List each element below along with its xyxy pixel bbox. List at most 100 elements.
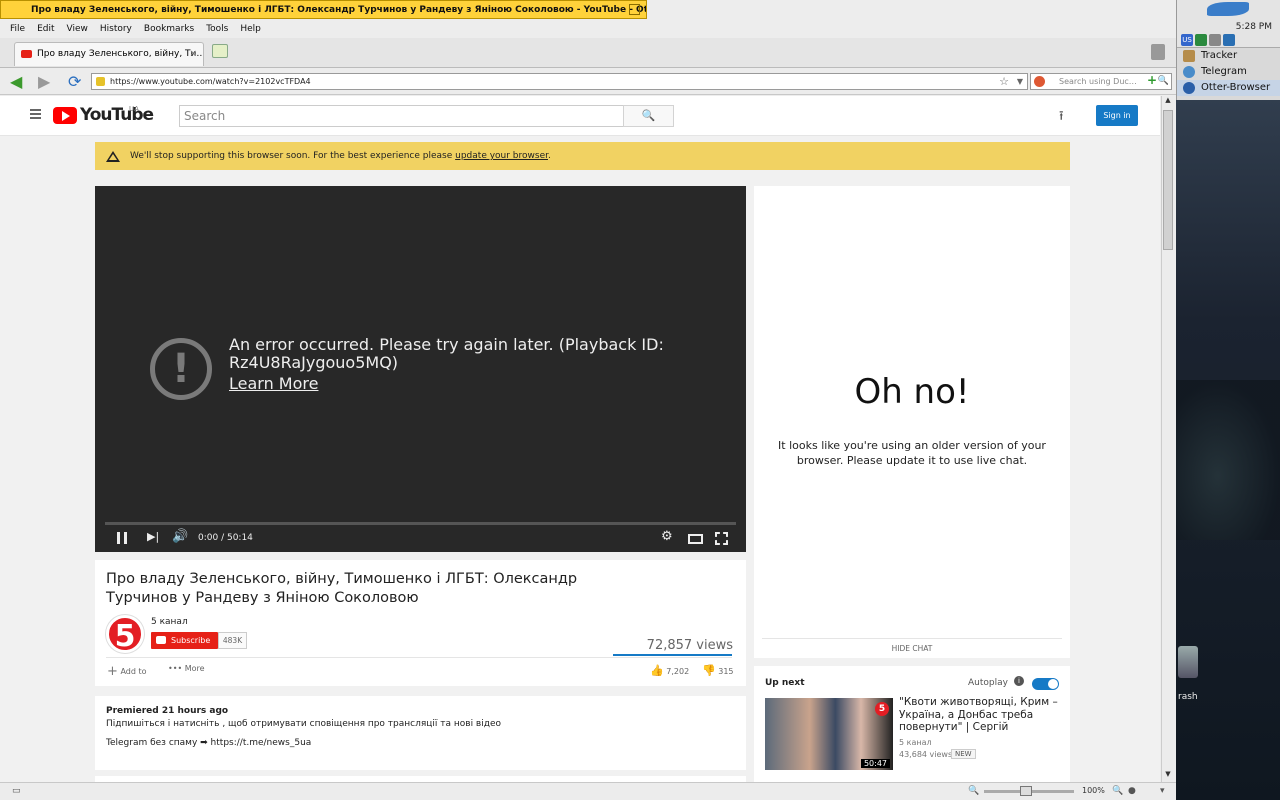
menu-edit[interactable]: Edit bbox=[31, 21, 60, 38]
deskbar-item-telegram[interactable]: Telegram bbox=[1177, 64, 1280, 80]
video-description: Premiered 21 hours ago Підпишіться і нат… bbox=[95, 696, 746, 770]
menu-tools[interactable]: Tools bbox=[200, 21, 234, 38]
channel-name[interactable]: 5 канал bbox=[151, 617, 188, 627]
youtube-search-button[interactable]: 🔍 bbox=[623, 105, 674, 127]
next-video-thumbnail[interactable]: 5 50:47 bbox=[765, 698, 893, 770]
pause-icon[interactable] bbox=[117, 532, 127, 544]
cookie-icon[interactable]: ● bbox=[1128, 786, 1136, 796]
menu-help[interactable]: Help bbox=[234, 21, 267, 38]
upload-icon[interactable]: ⭱ bbox=[1059, 107, 1064, 129]
youtube-header: YouTube UA Search 🔍 ⭱ Sign in bbox=[0, 96, 1160, 136]
trash-desktop-icon[interactable]: rash bbox=[1176, 640, 1200, 710]
youtube-wordmark[interactable]: YouTube bbox=[80, 105, 154, 125]
add-to-button[interactable]: + Add to bbox=[107, 664, 147, 679]
zoom-out-icon[interactable]: 🔍 bbox=[968, 786, 979, 796]
more-button[interactable]: ••• More bbox=[168, 664, 205, 673]
reload-icon[interactable]: ⟳ bbox=[68, 74, 84, 90]
deskbar-item-label: Telegram bbox=[1201, 66, 1247, 77]
guide-menu-icon[interactable] bbox=[30, 109, 41, 119]
zoom-slider-handle[interactable] bbox=[1020, 786, 1032, 796]
new-tab-button[interactable] bbox=[212, 44, 228, 58]
youtube-favicon-icon bbox=[21, 50, 32, 58]
menu-history[interactable]: History bbox=[94, 21, 138, 38]
telegram-tray-icon[interactable] bbox=[1223, 34, 1235, 46]
bookmark-star-icon[interactable]: ☆ bbox=[999, 74, 1009, 89]
video-title: Про владу Зеленського, війну, Тимошенко … bbox=[106, 571, 578, 606]
address-bar[interactable]: https://www.youtube.com/watch?v=2102vcTF… bbox=[91, 73, 1028, 90]
sign-in-button[interactable]: Sign in bbox=[1096, 105, 1138, 126]
web-search-field[interactable]: Search using Duc… + 🔍 bbox=[1030, 73, 1172, 90]
time-display: 0:00 / 50:14 bbox=[198, 533, 253, 543]
back-arrow-icon[interactable]: ◀ bbox=[10, 74, 26, 90]
live-chat-panel: Oh no! It looks like you're using an old… bbox=[754, 186, 1070, 658]
scroll-up-icon[interactable]: ▲ bbox=[1162, 96, 1174, 108]
youtube-icon bbox=[156, 636, 166, 644]
search-icon[interactable]: 🔍 bbox=[1158, 74, 1169, 89]
tray-icons: US bbox=[1181, 34, 1235, 46]
video-player[interactable]: ! An error occurred. Please try again la… bbox=[95, 186, 746, 552]
haiku-leaf-icon[interactable] bbox=[1207, 2, 1249, 16]
menu-file[interactable]: File bbox=[4, 21, 31, 38]
vertical-scrollbar[interactable]: ▲ ▼ bbox=[1161, 96, 1173, 782]
chat-error-message: It looks like you're using an older vers… bbox=[778, 439, 1046, 467]
plus-icon: + bbox=[107, 664, 118, 679]
scroll-down-icon[interactable]: ▼ bbox=[1162, 770, 1174, 782]
add-search-icon[interactable]: + bbox=[1147, 73, 1157, 88]
update-browser-link[interactable]: update your browser bbox=[455, 151, 548, 161]
tab-youtube[interactable]: Про владу Зеленського, війну, Ти… × bbox=[14, 42, 204, 66]
subscribe-button[interactable]: Subscribe bbox=[151, 632, 218, 649]
description-line[interactable]: Telegram без спаму ➡ https://t.me/news_5… bbox=[106, 738, 735, 748]
channel-5-icon: 5 bbox=[875, 702, 889, 716]
network-icon[interactable] bbox=[1195, 34, 1207, 46]
status-menu-icon[interactable]: ▾ bbox=[1160, 786, 1165, 796]
dislike-button[interactable]: 👎 315 bbox=[702, 664, 734, 677]
theater-mode-icon[interactable] bbox=[688, 534, 703, 544]
menu-view[interactable]: View bbox=[61, 21, 94, 38]
keyboard-layout-icon[interactable]: US bbox=[1181, 34, 1193, 46]
description-line: Підпишіться і натисніть , щоб отримувати… bbox=[106, 719, 502, 729]
chevron-down-icon[interactable]: ▼ bbox=[1017, 74, 1023, 89]
next-video-title[interactable]: "Квоти животворящі, Крим – Україна, а До… bbox=[899, 696, 1064, 734]
system-tray: US 5:28 PM bbox=[1177, 0, 1280, 48]
next-icon[interactable]: ▶| bbox=[147, 530, 159, 543]
clock[interactable]: 5:28 PM bbox=[1236, 22, 1272, 32]
forward-arrow-icon[interactable]: ▶ bbox=[38, 74, 54, 90]
region-label: UA bbox=[129, 105, 139, 113]
error-icon: ! bbox=[150, 338, 212, 400]
duckduckgo-icon[interactable] bbox=[1034, 76, 1045, 87]
next-video-channel: 5 канал bbox=[899, 738, 932, 747]
volume-icon[interactable] bbox=[1209, 34, 1221, 46]
volume-icon[interactable]: 🔊 bbox=[172, 529, 188, 544]
otter-browser-icon bbox=[1183, 82, 1195, 94]
warning-end: . bbox=[548, 151, 551, 161]
up-next-panel: Up next Autoplay i 5 50:47 "Квоти животво… bbox=[754, 666, 1070, 782]
scrollbar-thumb[interactable] bbox=[1163, 110, 1173, 250]
desktop-wallpaper-island bbox=[1176, 380, 1280, 540]
info-icon[interactable]: i bbox=[1014, 676, 1024, 686]
progress-bar[interactable] bbox=[105, 522, 736, 525]
menu-bookmarks[interactable]: Bookmarks bbox=[138, 21, 200, 38]
divider bbox=[106, 657, 732, 658]
channel-avatar[interactable]: 5 bbox=[106, 615, 144, 654]
close-tab-icon[interactable]: × bbox=[189, 43, 197, 65]
youtube-search-input[interactable]: Search bbox=[179, 105, 624, 127]
learn-more-link[interactable]: Learn More bbox=[229, 374, 318, 393]
hide-chat-button[interactable]: HIDE CHAT bbox=[762, 638, 1062, 658]
zoom-window-icon[interactable] bbox=[629, 4, 640, 15]
deskbar-item-tracker[interactable]: Tracker bbox=[1177, 48, 1280, 64]
deskbar-item-otter-browser[interactable]: Otter-Browser bbox=[1177, 80, 1280, 96]
window-title: Про владу Зеленського, війну, Тимошенко … bbox=[31, 5, 647, 15]
fullscreen-icon[interactable] bbox=[715, 532, 728, 545]
youtube-logo-icon[interactable] bbox=[53, 107, 77, 124]
settings-gear-icon[interactable]: ⚙ bbox=[661, 529, 673, 544]
autoplay-toggle[interactable] bbox=[1032, 678, 1059, 690]
zoom-level[interactable]: 100% bbox=[1082, 786, 1105, 795]
warning-text: We'll stop supporting this browser soon.… bbox=[130, 151, 456, 161]
like-ratio-bar bbox=[613, 654, 732, 656]
like-button[interactable]: 👍 7,202 bbox=[650, 664, 689, 677]
zoom-in-icon[interactable]: 🔍 bbox=[1112, 786, 1123, 796]
closed-tabs-trash-icon[interactable] bbox=[1151, 44, 1165, 60]
tracker-icon bbox=[1183, 50, 1195, 62]
autoplay-label: Autoplay bbox=[968, 678, 1008, 688]
window-title-bar[interactable]: Про владу Зеленського, війну, Тимошенко … bbox=[0, 0, 647, 19]
